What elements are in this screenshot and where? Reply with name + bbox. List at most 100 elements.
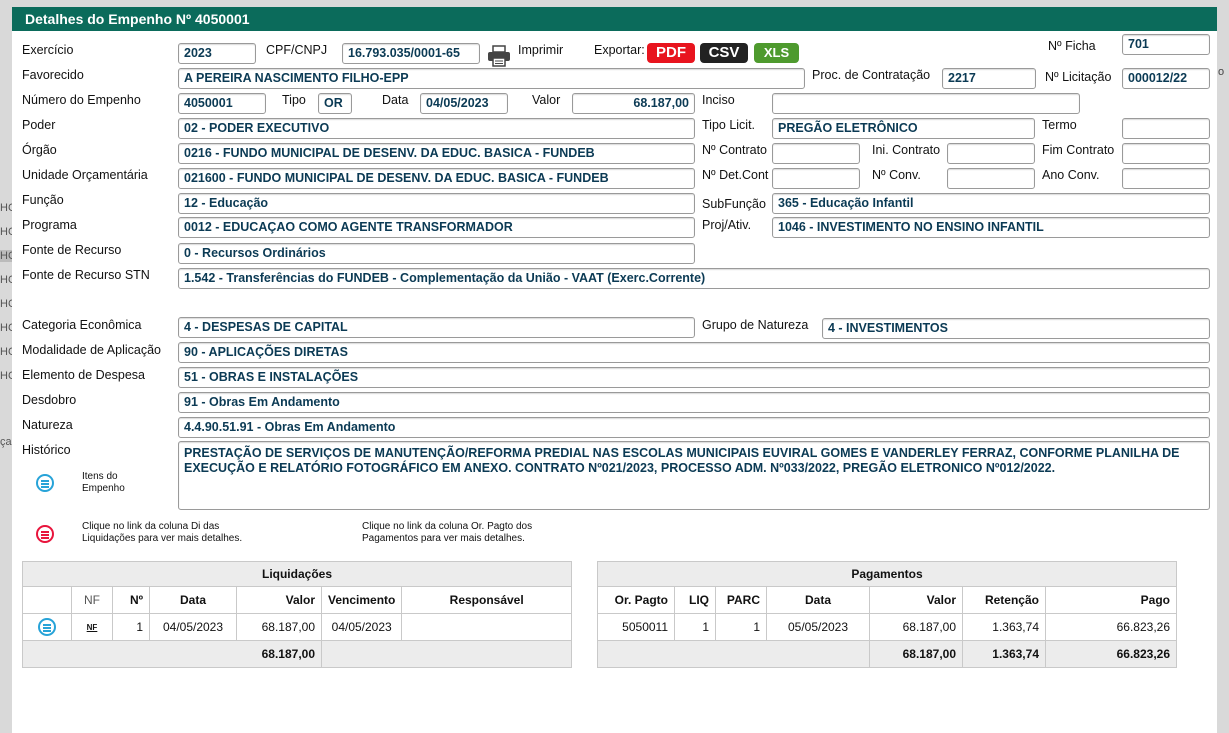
field-licitacao: 000012/22: [1122, 68, 1210, 89]
bg-label: ça: [0, 436, 12, 448]
liquidacoes-caption: Liquidações: [22, 561, 572, 587]
print-link[interactable]: Imprimir: [518, 43, 563, 57]
label-orgao: Órgão: [22, 143, 57, 157]
modal-title: Detalhes do Empenho Nº 4050001: [25, 11, 250, 27]
label-fonte: Fonte de Recurso: [22, 243, 122, 257]
bg-label: HC: [0, 274, 16, 286]
col-n: Nº: [112, 586, 150, 614]
field-programa: 0012 - EDUCAÇAO COMO AGENTE TRANSFORMADO…: [178, 217, 695, 238]
cell-valor: 68.187,00: [236, 613, 322, 641]
liquidacao-detail-icon[interactable]: [38, 618, 56, 636]
or-pagto-link[interactable]: 5050011: [597, 613, 675, 641]
label-unidade: Unidade Orçamentária: [22, 168, 148, 182]
bg-label: HC: [0, 226, 16, 238]
bg-label: HC: [0, 322, 16, 334]
label-nconv: Nº Conv.: [872, 168, 921, 182]
col-responsavel: Responsável: [401, 586, 572, 614]
table-row: 5050011 1 1 05/05/2023 68.187,00 1.363,7…: [597, 613, 1177, 641]
field-historico: PRESTAÇÃO DE SERVIÇOS DE MANUTENÇÃO/REFO…: [178, 441, 1210, 510]
note-pag-line2: Pagamentos para ver mais detalhes.: [362, 533, 525, 544]
field-funcao: 12 - Educação: [178, 193, 695, 214]
field-proc: 2217: [942, 68, 1036, 89]
field-projativ: 1046 - INVESTIMENTO NO ENSINO INFANTIL: [772, 217, 1210, 238]
col-icon: [22, 586, 72, 614]
export-xls-button[interactable]: XLS: [754, 43, 799, 63]
field-tipo: OR: [318, 93, 352, 114]
export-csv-button[interactable]: CSV: [700, 43, 748, 63]
bg-label-right: o: [1218, 66, 1225, 78]
label-elemento: Elemento de Despesa: [22, 368, 145, 382]
label-data: Data: [382, 93, 409, 107]
label-modalidade: Modalidade de Aplicação: [22, 343, 161, 357]
total-pago: 66.823,26: [1045, 640, 1177, 668]
label-inciso: Inciso: [702, 93, 735, 107]
field-numero: 4050001: [178, 93, 266, 114]
total-retencao: 1.363,74: [962, 640, 1046, 668]
label-funcao: Função: [22, 193, 64, 207]
itens-label-line1: Itens do: [82, 471, 118, 482]
pagamentos-total-blank: [597, 640, 870, 668]
note-liquidacoes: Clique no link da coluna Di das Liquidaç…: [82, 521, 242, 545]
label-tipolicit: Tipo Licit.: [702, 118, 756, 132]
label-projativ: Proj/Ativ.: [702, 218, 752, 232]
col-vencimento: Vencimento: [320, 586, 403, 614]
label-categoria: Categoria Econômica: [22, 318, 142, 332]
bg-label: HC: [0, 202, 16, 214]
field-exercicio: 2023: [178, 43, 256, 64]
field-cpf: 16.793.035/0001-65: [342, 43, 480, 64]
note-pagamentos: Clique no link da coluna Or. Pagto dos P…: [362, 521, 532, 545]
printer-icon[interactable]: [487, 45, 511, 67]
cell-responsavel: [401, 613, 572, 641]
export-pdf-button[interactable]: PDF: [647, 43, 695, 63]
col-data: Data: [149, 586, 237, 614]
col-pag-valor: Valor: [869, 586, 963, 614]
label-desdobro: Desdobro: [22, 393, 77, 407]
label-subfuncao: SubFunção: [702, 197, 766, 211]
field-valor: 68.187,00: [572, 93, 695, 114]
bg-label: HC: [0, 298, 16, 310]
field-ndetcont: [772, 168, 860, 189]
field-natureza: 4.4.90.51.91 - Obras Em Andamento: [178, 417, 1210, 438]
col-nf: NF: [71, 586, 113, 614]
label-ncontrato: Nº Contrato: [702, 143, 768, 157]
col-retencao: Retenção: [962, 586, 1046, 614]
itens-label: Itens do Empenho: [82, 471, 125, 495]
field-tipolicit: PREGÃO ELETRÔNICO: [772, 118, 1035, 139]
label-termo: Termo: [1042, 118, 1077, 132]
field-modalidade: 90 - APLICAÇÕES DIRETAS: [178, 342, 1210, 363]
col-pag-data: Data: [766, 586, 870, 614]
field-anoconv: [1122, 168, 1210, 189]
nf-link[interactable]: NF: [71, 613, 113, 641]
itens-list-icon[interactable]: [36, 474, 54, 492]
label-fimcontrato: Fim Contrato: [1042, 143, 1115, 157]
pagamentos-caption: Pagamentos: [597, 561, 1177, 587]
modal-title-bar: Detalhes do Empenho Nº 4050001: [12, 7, 1217, 31]
field-fimcontrato: [1122, 143, 1210, 164]
bg-label: HC: [0, 370, 16, 382]
note-liq-line2: Liquidações para ver mais detalhes.: [82, 533, 243, 544]
itens-label-line2: Empenho: [82, 483, 125, 494]
field-subfuncao: 365 - Educação Infantil: [772, 193, 1210, 214]
cell-data: 04/05/2023: [149, 613, 237, 641]
bg-label: HC: [0, 250, 16, 262]
row-icon-cell: [22, 613, 72, 641]
liquidacoes-total: 68.187,00: [22, 640, 322, 668]
field-inciso: [772, 93, 1080, 114]
label-proc: Proc. de Contratação: [812, 68, 931, 82]
field-desdobro: 91 - Obras Em Andamento: [178, 392, 1210, 413]
label-poder: Poder: [22, 118, 56, 132]
label-grupo: Grupo de Natureza: [702, 318, 809, 332]
label-fontestn: Fonte de Recurso STN: [22, 268, 150, 282]
details-list-icon: [36, 525, 54, 543]
label-exercicio: Exercício: [22, 43, 74, 57]
label-ficha: Nº Ficha: [1048, 39, 1096, 53]
cell-pago: 66.823,26: [1045, 613, 1177, 641]
cell-pag-data: 05/05/2023: [766, 613, 870, 641]
bg-label: HC: [0, 346, 16, 358]
cell-vencimento: 04/05/2023: [320, 613, 403, 641]
field-categoria: 4 - DESPESAS DE CAPITAL: [178, 317, 695, 338]
label-tipo: Tipo: [282, 93, 306, 107]
field-favorecido: A PEREIRA NASCIMENTO FILHO-EPP: [178, 68, 805, 89]
field-elemento: 51 - OBRAS E INSTALAÇÕES: [178, 367, 1210, 388]
col-parc: PARC: [715, 586, 767, 614]
